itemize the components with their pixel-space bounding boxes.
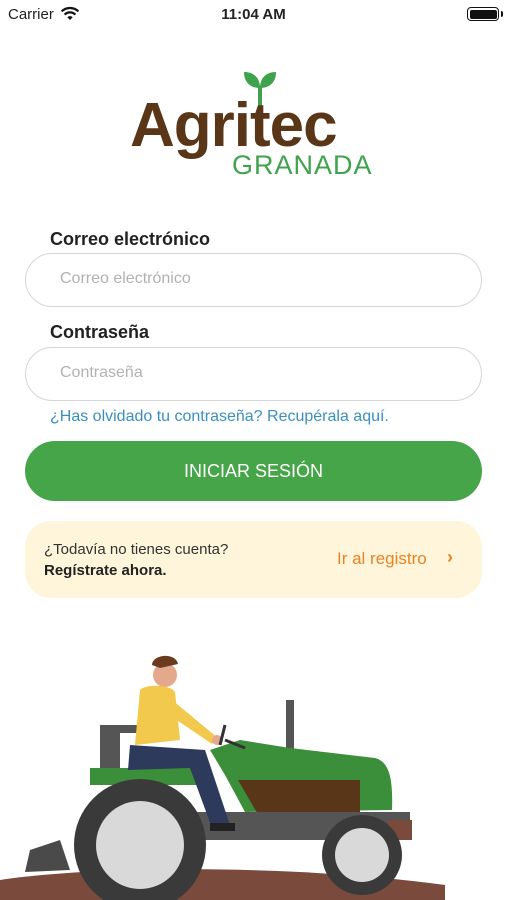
password-field[interactable]: [58, 363, 462, 383]
register-cta-text: Regístrate ahora.: [44, 562, 167, 579]
agritec-logo: Agritec GRANADA: [130, 68, 380, 183]
email-field[interactable]: [58, 269, 462, 289]
go-to-register-link[interactable]: Ir al registro: [337, 549, 427, 569]
status-bar: Carrier 11:04 AM: [0, 0, 507, 28]
status-time: 11:04 AM: [221, 6, 286, 23]
email-label: Correo electrónico: [50, 229, 211, 249]
register-question: ¿Todavía no tienes cuenta?: [44, 541, 229, 558]
password-field-container[interactable]: [25, 347, 482, 401]
register-banner: ¿Todavía no tienes cuenta? Regístrate ah…: [25, 521, 482, 598]
password-label: Contraseña: [50, 322, 150, 342]
email-field-container[interactable]: [25, 253, 482, 307]
farmer-tractor-illustration: [0, 655, 445, 900]
plow-shape: [25, 840, 70, 872]
chevron-right-icon[interactable]: ›: [447, 547, 453, 568]
forgot-password-link[interactable]: ¿Has olvidado tu contraseña? Recupérala …: [50, 408, 389, 426]
logo-subtitle: GRANADA: [232, 150, 373, 180]
login-button[interactable]: INICIAR SESIÓN: [25, 441, 482, 501]
battery-icon: [467, 7, 503, 21]
